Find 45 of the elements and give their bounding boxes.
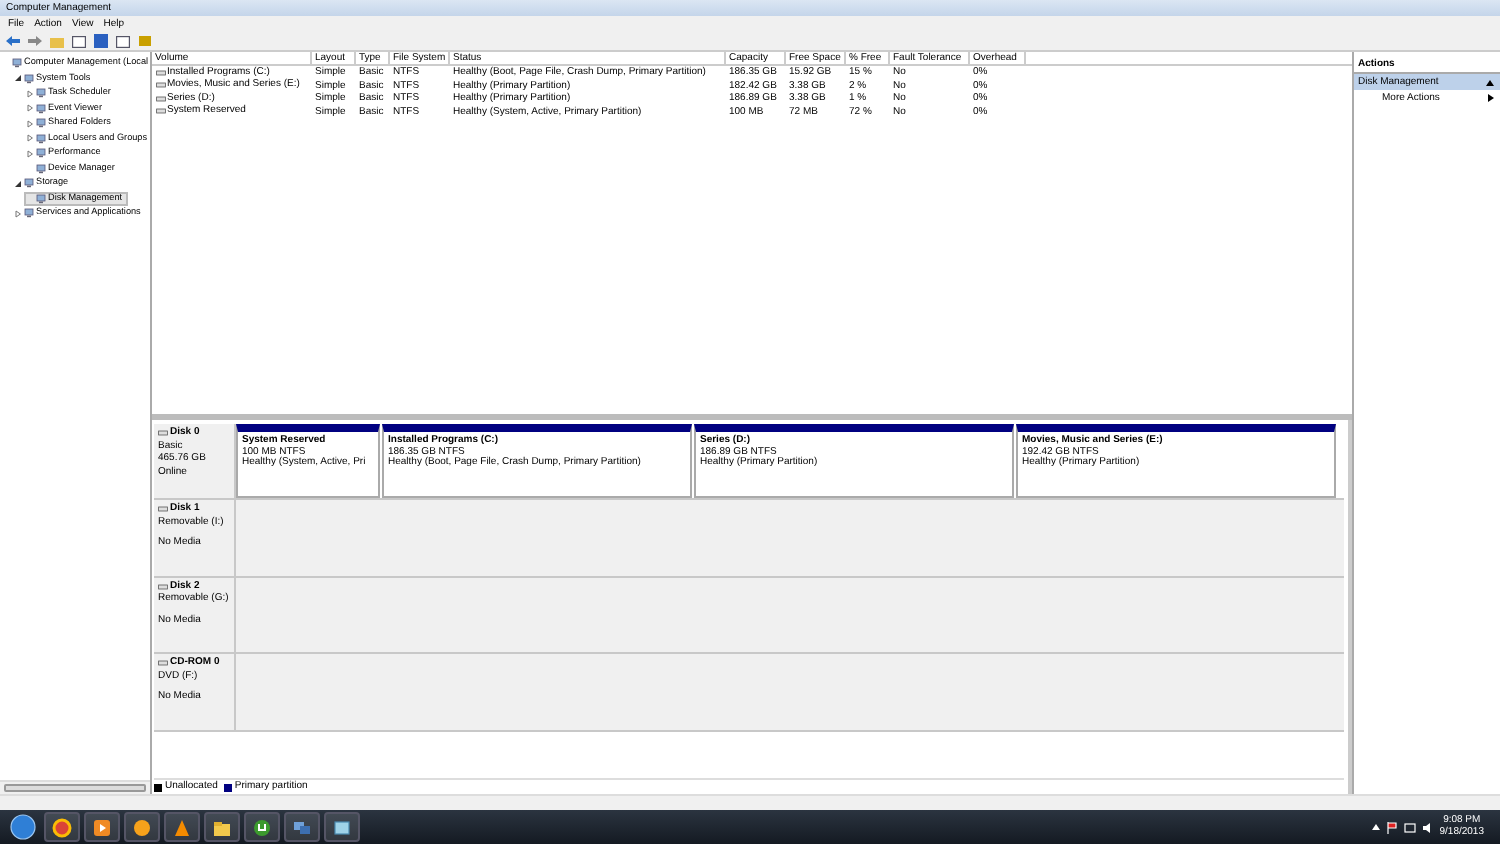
expanded-arrow-icon[interactable] xyxy=(14,179,22,188)
node-icon xyxy=(24,73,34,84)
taskbar-button[interactable] xyxy=(244,812,280,842)
collapse-arrow-icon xyxy=(1486,79,1494,85)
drive-icon xyxy=(158,583,168,589)
node-icon xyxy=(24,178,34,189)
folder-icon xyxy=(212,817,232,837)
taskbar-button[interactable] xyxy=(84,812,120,842)
cone-icon xyxy=(172,817,192,837)
volume-icon[interactable] xyxy=(1421,821,1434,833)
node-icon xyxy=(36,118,46,129)
u-icon xyxy=(252,817,272,837)
node-icon xyxy=(36,148,46,159)
play-icon xyxy=(92,817,112,837)
node-icon xyxy=(36,163,46,174)
node-icon xyxy=(24,208,34,219)
window-icon xyxy=(332,817,352,837)
node-icon xyxy=(36,88,46,99)
drive-icon xyxy=(158,660,168,666)
back-button[interactable] xyxy=(4,33,20,49)
node-icon xyxy=(36,103,46,114)
taskbar-button[interactable] xyxy=(324,812,360,842)
taskbar-button[interactable] xyxy=(124,812,160,842)
flag-icon[interactable] xyxy=(1385,821,1398,833)
node-icon xyxy=(12,58,22,69)
horizontal-scrollbar[interactable] xyxy=(0,780,150,794)
circle-icon xyxy=(52,817,72,837)
drive-icon xyxy=(158,506,168,512)
start-orb-icon xyxy=(9,814,35,840)
node-icon xyxy=(36,133,46,144)
taskbar-button[interactable] xyxy=(204,812,240,842)
collapsed-arrow-icon[interactable] xyxy=(14,209,22,218)
taskbar-button[interactable] xyxy=(164,812,200,842)
node-icon xyxy=(36,193,46,204)
forward-button[interactable] xyxy=(26,33,42,49)
drive-icon xyxy=(158,430,168,436)
expanded-arrow-icon[interactable] xyxy=(14,74,22,83)
pane-button[interactable] xyxy=(114,33,130,49)
submenu-arrow-icon xyxy=(1488,94,1494,102)
up-arrow-icon[interactable] xyxy=(1371,824,1380,830)
pane-button[interactable] xyxy=(70,33,86,49)
help-button[interactable] xyxy=(92,33,108,49)
ball-icon xyxy=(132,817,152,837)
taskbar-button[interactable] xyxy=(44,812,80,842)
start-button[interactable] xyxy=(4,812,40,842)
